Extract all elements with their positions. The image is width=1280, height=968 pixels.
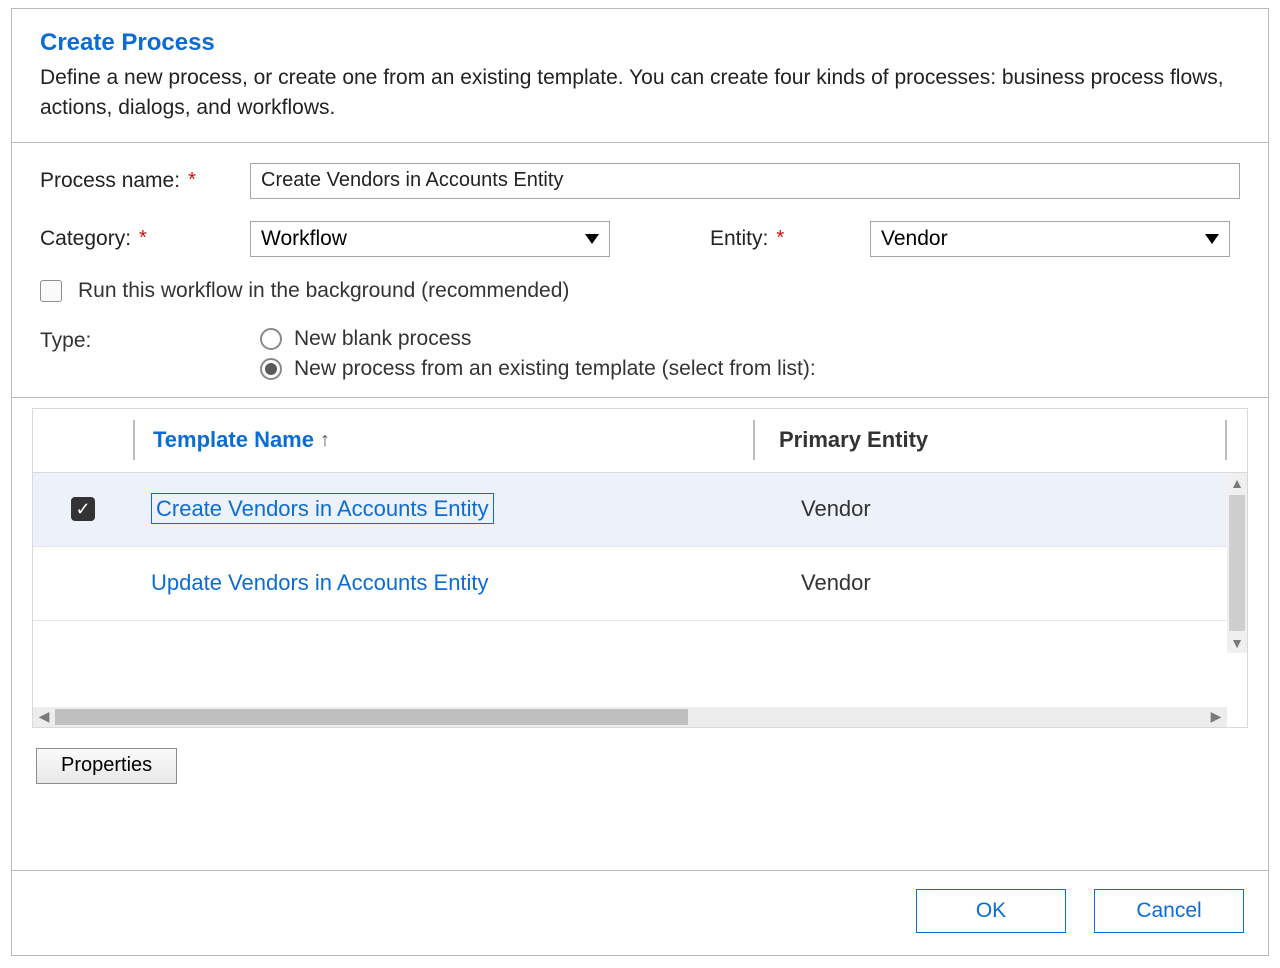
table-body: Create Vendors in Accounts EntityVendorB… [33, 473, 1247, 707]
scroll-thumb[interactable] [55, 709, 688, 725]
sort-asc-icon: ↑ [320, 429, 330, 452]
background-row: Run this workflow in the background (rec… [40, 279, 1240, 303]
process-name-label-text: Process name: [40, 169, 180, 193]
category-entity-row: Category: * Workflow Entity: * Vendor [40, 221, 1240, 257]
type-label: Type: [40, 327, 260, 353]
scroll-thumb[interactable] [1229, 495, 1245, 631]
row-check-cell [33, 571, 133, 595]
row-template-name-cell: Create Vendors in Accounts Entity [133, 496, 777, 522]
cancel-button[interactable]: Cancel [1094, 889, 1244, 933]
table-row[interactable]: Update Vendors in Accounts EntityVendorB… [33, 547, 1247, 621]
category-label: Category: * [40, 227, 250, 251]
row-primary-entity-cell: Vendor [777, 570, 1227, 596]
col-template-name-header[interactable]: Template Name ↑ [135, 427, 753, 453]
horizontal-scrollbar[interactable]: ◀ ▶ [33, 707, 1227, 727]
type-template-radio[interactable] [260, 358, 282, 380]
col-template-name-text: Template Name [153, 427, 314, 453]
spacer [12, 784, 1268, 850]
template-name-link[interactable]: Update Vendors in Accounts Entity [151, 570, 489, 595]
col-primary-entity-text: Primary Entity [779, 427, 928, 453]
scroll-down-icon[interactable]: ▼ [1230, 633, 1244, 653]
table-row[interactable]: Create Vendors in Accounts EntityVendorB… [33, 473, 1247, 547]
required-icon: * [776, 227, 784, 250]
process-name-row: Process name: * [40, 163, 1240, 199]
vertical-scrollbar[interactable]: ▲ ▼ [1227, 473, 1247, 653]
entity-label-text: Entity: [710, 227, 768, 251]
process-name-label: Process name: * [40, 169, 250, 193]
create-process-dialog: Create Process Define a new process, or … [11, 8, 1269, 956]
process-name-input[interactable] [250, 163, 1240, 199]
form-area: Process name: * Category: * Workflow Ent… [12, 143, 1268, 397]
type-template-row: New process from an existing template (s… [260, 357, 816, 381]
row-checkbox[interactable] [71, 497, 95, 521]
scroll-up-icon[interactable]: ▲ [1230, 473, 1244, 493]
category-label-text: Category: [40, 227, 131, 251]
col-separator-icon [1225, 420, 1227, 460]
entity-field: Entity: * Vendor [710, 221, 1230, 257]
col-primary-entity-header[interactable]: Primary Entity [755, 427, 1225, 453]
dialog-subtitle: Define a new process, or create one from… [40, 63, 1240, 124]
type-options: New blank process New process from an ex… [260, 327, 816, 387]
form-separator [12, 397, 1268, 398]
scroll-right-icon[interactable]: ▶ [1205, 708, 1227, 725]
type-row: Type: New blank process New process from… [40, 327, 1240, 387]
category-field: Category: * Workflow [40, 221, 610, 257]
template-name-link[interactable]: Create Vendors in Accounts Entity [151, 493, 494, 524]
row-check-cell [33, 497, 133, 521]
scroll-track[interactable] [55, 709, 1205, 725]
row-primary-entity-cell: Vendor [777, 496, 1227, 522]
ok-button[interactable]: OK [916, 889, 1066, 933]
dialog-header: Create Process Define a new process, or … [12, 9, 1268, 142]
background-label: Run this workflow in the background (rec… [78, 279, 569, 303]
required-icon: * [188, 169, 196, 192]
row-template-name-cell: Update Vendors in Accounts Entity [133, 570, 777, 596]
type-blank-label: New blank process [294, 327, 471, 351]
required-icon: * [139, 227, 147, 250]
properties-row: Properties [12, 728, 1268, 784]
dialog-footer: OK Cancel [12, 871, 1268, 955]
entity-label: Entity: * [710, 227, 870, 251]
background-checkbox[interactable] [40, 280, 62, 302]
type-template-label: New process from an existing template (s… [294, 357, 816, 381]
scroll-left-icon[interactable]: ◀ [33, 708, 55, 725]
type-blank-row: New blank process [260, 327, 816, 351]
category-select[interactable]: Workflow [250, 221, 610, 257]
properties-button[interactable]: Properties [36, 748, 177, 784]
dialog-title: Create Process [40, 29, 1240, 57]
table-header: Template Name ↑ Primary Entity [33, 409, 1247, 473]
entity-select[interactable]: Vendor [870, 221, 1230, 257]
template-table: Template Name ↑ Primary Entity Create Ve… [32, 408, 1248, 728]
row-checkbox[interactable] [71, 571, 95, 595]
type-blank-radio[interactable] [260, 328, 282, 350]
